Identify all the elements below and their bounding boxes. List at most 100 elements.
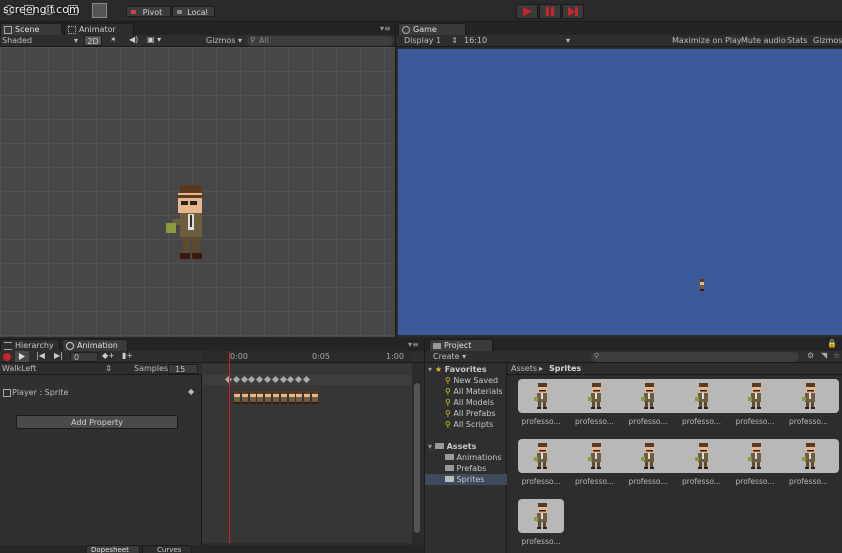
filter-label-icon[interactable]: ◥ (821, 351, 827, 361)
asset-label[interactable]: professo... (730, 417, 780, 426)
timeline-area[interactable]: 0:00 0:05 1:00 (202, 351, 412, 543)
keyframe-diamond-icon[interactable] (248, 375, 256, 384)
asset-label[interactable]: professo... (677, 417, 727, 426)
asset-label[interactable]: professo... (677, 477, 727, 486)
maximize-on-play-toggle[interactable]: Maximize on Play (672, 36, 742, 46)
mute-audio-toggle[interactable]: Mute audio (741, 36, 786, 46)
record-button[interactable] (3, 353, 11, 361)
game-gizmos-dropdown[interactable]: Gizmos (813, 36, 842, 46)
tab-hierarchy[interactable]: Hierarchy (0, 339, 60, 351)
keyframe-diamond-icon[interactable] (287, 375, 295, 384)
asset-label[interactable]: professo... (784, 417, 834, 426)
add-property-button[interactable]: Add Property (16, 415, 178, 429)
shading-mode-dropdown[interactable]: Shaded ▾ (2, 36, 80, 46)
assets-header[interactable]: ▾ Assets (428, 441, 476, 452)
asset-label[interactable]: professo... (784, 477, 834, 486)
gizmos-dropdown[interactable]: Gizmos ▾ (206, 36, 242, 46)
favorite-item-all-scripts[interactable]: ⚲ All Scripts (445, 419, 493, 430)
property-row[interactable]: Player : Sprite ◆ (0, 387, 202, 399)
sprite-keyframe[interactable] (273, 391, 279, 404)
sprite-thumbnail[interactable] (694, 383, 711, 409)
tab-scene[interactable]: Scene (0, 23, 62, 35)
scene-lighting-icon[interactable]: ✶ (110, 35, 117, 45)
project-search-input[interactable]: ⚲ (591, 352, 799, 362)
sprite-thumbnail[interactable] (801, 443, 818, 469)
breadcrumb-current[interactable]: Sprites (549, 364, 581, 373)
sprite-thumbnail[interactable] (534, 443, 550, 469)
scene-audio-icon[interactable]: ◀) (129, 35, 138, 45)
sprite-keyframe[interactable] (288, 391, 295, 404)
game-viewport[interactable] (398, 49, 842, 335)
asset-label[interactable]: professo... (516, 537, 566, 546)
stats-toggle[interactable]: Stats (787, 36, 807, 46)
display-dropdown[interactable]: Display 1 ⇕ (404, 36, 460, 46)
asset-label[interactable]: professo... (516, 417, 566, 426)
folder-item-sprites[interactable]: Sprites (425, 474, 507, 485)
sprite-thumbnail[interactable] (748, 383, 764, 409)
panel-menu-icon[interactable]: ▾≡ (380, 24, 391, 34)
tab-curves[interactable]: Curves (142, 545, 192, 553)
sprite-keyframe[interactable] (265, 391, 272, 404)
sprite-thumbnail[interactable] (801, 383, 818, 409)
favorite-item-new-saved[interactable]: ⚲ New Saved (445, 375, 498, 386)
asset-label[interactable]: professo... (623, 417, 673, 426)
sprite-thumbnail[interactable] (587, 383, 604, 409)
play-button[interactable] (516, 4, 538, 19)
sprite-keyframe[interactable] (312, 391, 318, 404)
favorites-header[interactable]: ▾ ★ Favorites (428, 364, 487, 375)
sprite-keyframe[interactable] (249, 391, 256, 404)
sprite-keyframe[interactable] (257, 391, 264, 404)
scene-search-input[interactable]: ⚲ All (247, 36, 393, 46)
asset-label[interactable]: professo... (730, 477, 780, 486)
asset-label[interactable]: professo... (570, 477, 620, 486)
scene-effects-icon[interactable]: ▣ ▾ (147, 35, 161, 45)
samples-field[interactable]: 15 (168, 364, 198, 374)
sprite-keyframe[interactable] (234, 391, 240, 404)
local-button[interactable]: Local (172, 6, 215, 17)
keyframe-diamond-icon[interactable] (240, 375, 248, 384)
keyframe-diamond-icon[interactable] (256, 375, 264, 384)
step-button[interactable] (562, 4, 584, 19)
sprite-thumbnail[interactable] (534, 383, 550, 409)
panel-menu-icon[interactable]: ▾≡ (408, 340, 419, 350)
sprite-thumbnail[interactable] (534, 503, 550, 529)
timeline-ruler[interactable]: 0:00 0:05 1:00 (202, 351, 412, 363)
aspect-dropdown[interactable]: 16:10 ▾ (464, 36, 572, 46)
pause-button[interactable] (539, 4, 561, 19)
tab-animator[interactable]: Animator (64, 23, 134, 35)
pivot-button[interactable]: Pivot (126, 6, 171, 17)
player-sprite[interactable] (164, 183, 204, 265)
tab-dopesheet[interactable]: Dopesheet (86, 545, 140, 553)
sprite-thumbnail[interactable] (587, 443, 604, 469)
sprite-thumbnail[interactable] (641, 443, 657, 469)
sprite-keyframe[interactable] (304, 391, 311, 404)
anim-play-button[interactable] (15, 351, 29, 362)
next-keyframe-icon[interactable]: ▶| (54, 351, 63, 361)
keyframe-diamond-icon[interactable] (302, 375, 311, 384)
lock-icon[interactable]: 🔒 (827, 339, 837, 349)
prev-keyframe-icon[interactable]: |◀ (36, 351, 45, 361)
asset-label[interactable]: professo... (516, 477, 566, 486)
sprite-thumbnail[interactable] (641, 383, 657, 409)
sprite-thumbnail[interactable] (748, 443, 764, 469)
clip-dropdown[interactable]: WalkLeft ⇕ (2, 364, 112, 374)
tab-game[interactable]: Game (398, 23, 466, 35)
folder-item-animations[interactable]: Animations (445, 452, 502, 463)
keyframe-diamond-icon[interactable] (263, 375, 272, 384)
asset-label[interactable]: professo... (623, 477, 673, 486)
sprite-keyframe[interactable] (241, 391, 248, 404)
folder-item-prefabs[interactable]: Prefabs (445, 463, 486, 474)
favorite-item-all-prefabs[interactable]: ⚲ All Prefabs (445, 408, 496, 419)
favorite-item-all-materials[interactable]: ⚲ All Materials (445, 386, 503, 397)
sprite-thumbnail[interactable] (694, 443, 711, 469)
keyframe-diamond-icon[interactable] (232, 375, 240, 384)
scene-viewport[interactable] (0, 47, 395, 337)
frame-field[interactable]: 0 (70, 352, 98, 362)
keyframe-diamond-icon[interactable] (295, 375, 303, 384)
tab-project[interactable]: Project (429, 339, 493, 351)
timeline-cursor[interactable] (229, 351, 230, 543)
create-dropdown[interactable]: Create ▾ (433, 352, 466, 362)
keyframe-diamond-icon[interactable] (279, 375, 287, 384)
keyframe-diamond-icon[interactable] (271, 375, 279, 384)
scrollbar-thumb[interactable] (414, 383, 420, 533)
